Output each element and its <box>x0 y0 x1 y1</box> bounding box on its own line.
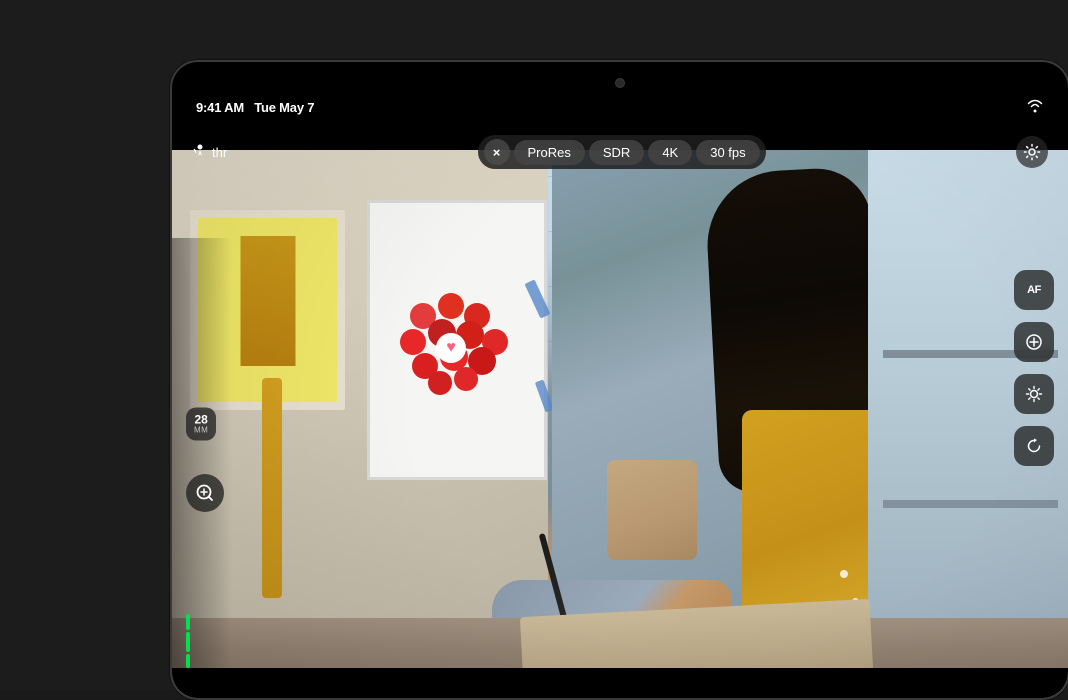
status-bar: 9:41 AM Tue May 7 <box>172 92 1068 122</box>
viewfinder: ♥ <box>172 150 1068 698</box>
date-display: Tue May 7 <box>254 100 314 115</box>
time-display: 9:41 AM <box>196 100 244 115</box>
4k-pill[interactable]: 4K <box>648 140 692 165</box>
fps-pill[interactable]: 30 fps <box>696 140 759 165</box>
ipad-frame: 9:41 AM Tue May 7 <box>170 60 1068 700</box>
bottom-bar <box>172 668 1068 698</box>
level-indicator <box>186 614 190 668</box>
focal-mm: 28 <box>194 414 207 426</box>
front-camera <box>615 78 625 88</box>
wifi-icon <box>1026 99 1044 116</box>
focal-unit: MM <box>194 426 208 435</box>
sdr-pill[interactable]: SDR <box>589 140 644 165</box>
right-controls <box>1016 136 1048 168</box>
right-side-buttons: AF <box>1014 270 1054 466</box>
close-button[interactable]: × <box>484 139 510 165</box>
prores-pill[interactable]: ProRes <box>514 140 585 165</box>
camera-controls-bar: thr × ProRes SDR 4K 30 fps <box>172 130 1068 174</box>
reset-icon <box>1025 437 1043 455</box>
top-bar: 9:41 AM Tue May 7 <box>172 62 1068 150</box>
focal-length-badge[interactable]: 28 MM <box>186 408 216 441</box>
thr-label: thr <box>212 145 227 160</box>
status-right <box>1026 99 1044 116</box>
settings-button[interactable] <box>1016 136 1048 168</box>
level-bar-1 <box>186 614 190 630</box>
reset-button[interactable] <box>1014 426 1054 466</box>
magnify-icon <box>195 483 215 503</box>
left-controls: thr <box>192 143 227 162</box>
level-bar-3 <box>186 654 190 668</box>
left-shadow <box>172 238 232 668</box>
zoom-button[interactable] <box>186 474 224 512</box>
stabilize-icon <box>192 143 208 162</box>
exposure-button[interactable] <box>1014 322 1054 362</box>
sun-icon <box>1025 385 1043 403</box>
exposure-icon <box>1025 333 1043 351</box>
af-button[interactable]: AF <box>1014 270 1054 310</box>
af-label: AF <box>1027 284 1041 296</box>
tone-button[interactable] <box>1014 374 1054 414</box>
level-bar-2 <box>186 632 190 652</box>
status-time: 9:41 AM Tue May 7 <box>196 100 314 115</box>
center-pills: × ProRes SDR 4K 30 fps <box>478 135 766 169</box>
depth-blur <box>172 150 1068 698</box>
stabilize-control[interactable]: thr <box>192 143 227 162</box>
